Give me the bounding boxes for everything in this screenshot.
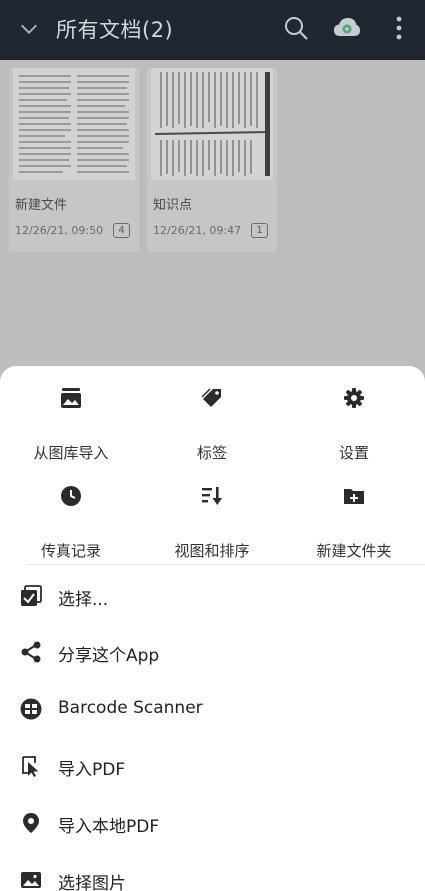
new-folder-icon — [344, 489, 364, 504]
app-bar: 所有文档(2) — [0, 0, 425, 60]
fax-history-label: 传真记录 — [40, 542, 101, 560]
gear-icon — [344, 388, 364, 408]
share-app-label: 分享这个App — [58, 646, 160, 666]
page-title[interactable]: 所有文档(2) — [56, 14, 173, 44]
document-thumbnail — [151, 68, 273, 180]
share-icon — [21, 641, 41, 663]
chevron-down-icon[interactable] — [18, 18, 40, 40]
settings-button[interactable]: 设置 — [284, 387, 424, 467]
tags-button[interactable]: 标签 — [142, 387, 282, 467]
document-card[interactable]: 新建文件 12/26/21, 09:50 4 — [9, 68, 139, 252]
select-label: 选择... — [58, 590, 109, 610]
select-image-item[interactable]: 选择图片 — [0, 855, 425, 891]
view-and-sort-button[interactable]: 视图和排序 — [142, 485, 282, 565]
sort-icon — [202, 487, 222, 505]
import-local-pdf-label: 导入本地PDF — [58, 817, 160, 837]
tag-icon — [201, 388, 221, 407]
share-app-item[interactable]: 分享这个App — [0, 627, 425, 677]
gallery-icon — [61, 388, 81, 408]
bottom-sheet-menu: 从图库导入 标签 设置 传真记录 视图和排序 新建文件夹 选择... 分享这个A… — [0, 366, 425, 891]
settings-label: 设置 — [338, 444, 369, 462]
import-pdf-item[interactable]: 导入PDF — [0, 741, 425, 791]
import-from-gallery-button[interactable]: 从图库导入 — [1, 387, 141, 467]
barcode-scanner-label: Barcode Scanner — [58, 698, 203, 718]
barcode-scanner-item[interactable]: Barcode Scanner — [0, 684, 425, 734]
location-pin-icon — [23, 813, 39, 833]
document-name: 知识点 — [153, 198, 193, 213]
import-from-gallery-label: 从图库导入 — [33, 444, 109, 462]
document-date: 12/26/21, 09:50 — [15, 224, 104, 237]
page-count-badge: 1 — [251, 223, 268, 238]
view-and-sort-label: 视图和排序 — [174, 542, 250, 560]
tags-label: 标签 — [196, 444, 227, 462]
fax-history-button[interactable]: 传真记录 — [1, 485, 141, 565]
select-image-label: 选择图片 — [58, 874, 126, 891]
clock-icon — [61, 486, 81, 506]
import-pdf-label: 导入PDF — [58, 760, 126, 780]
barcode-icon — [20, 698, 42, 720]
document-name: 新建文件 — [15, 198, 68, 213]
image-icon — [21, 872, 41, 888]
more-vert-icon[interactable] — [392, 14, 406, 42]
import-local-pdf-item[interactable]: 导入本地PDF — [0, 798, 425, 848]
search-icon[interactable] — [283, 15, 309, 41]
select-item[interactable]: 选择... — [0, 571, 425, 621]
cloud-sync-icon[interactable] — [333, 15, 361, 41]
import-pdf-icon — [22, 756, 39, 777]
checkbox-icon — [21, 585, 42, 606]
divider — [28, 564, 425, 565]
page-count-badge: 4 — [113, 223, 130, 238]
new-folder-button[interactable]: 新建文件夹 — [284, 485, 424, 565]
document-thumbnail — [13, 68, 135, 180]
new-folder-label: 新建文件夹 — [316, 542, 392, 560]
document-card[interactable]: 知识点 12/26/21, 09:47 1 — [147, 68, 277, 252]
document-date: 12/26/21, 09:47 — [153, 224, 242, 237]
